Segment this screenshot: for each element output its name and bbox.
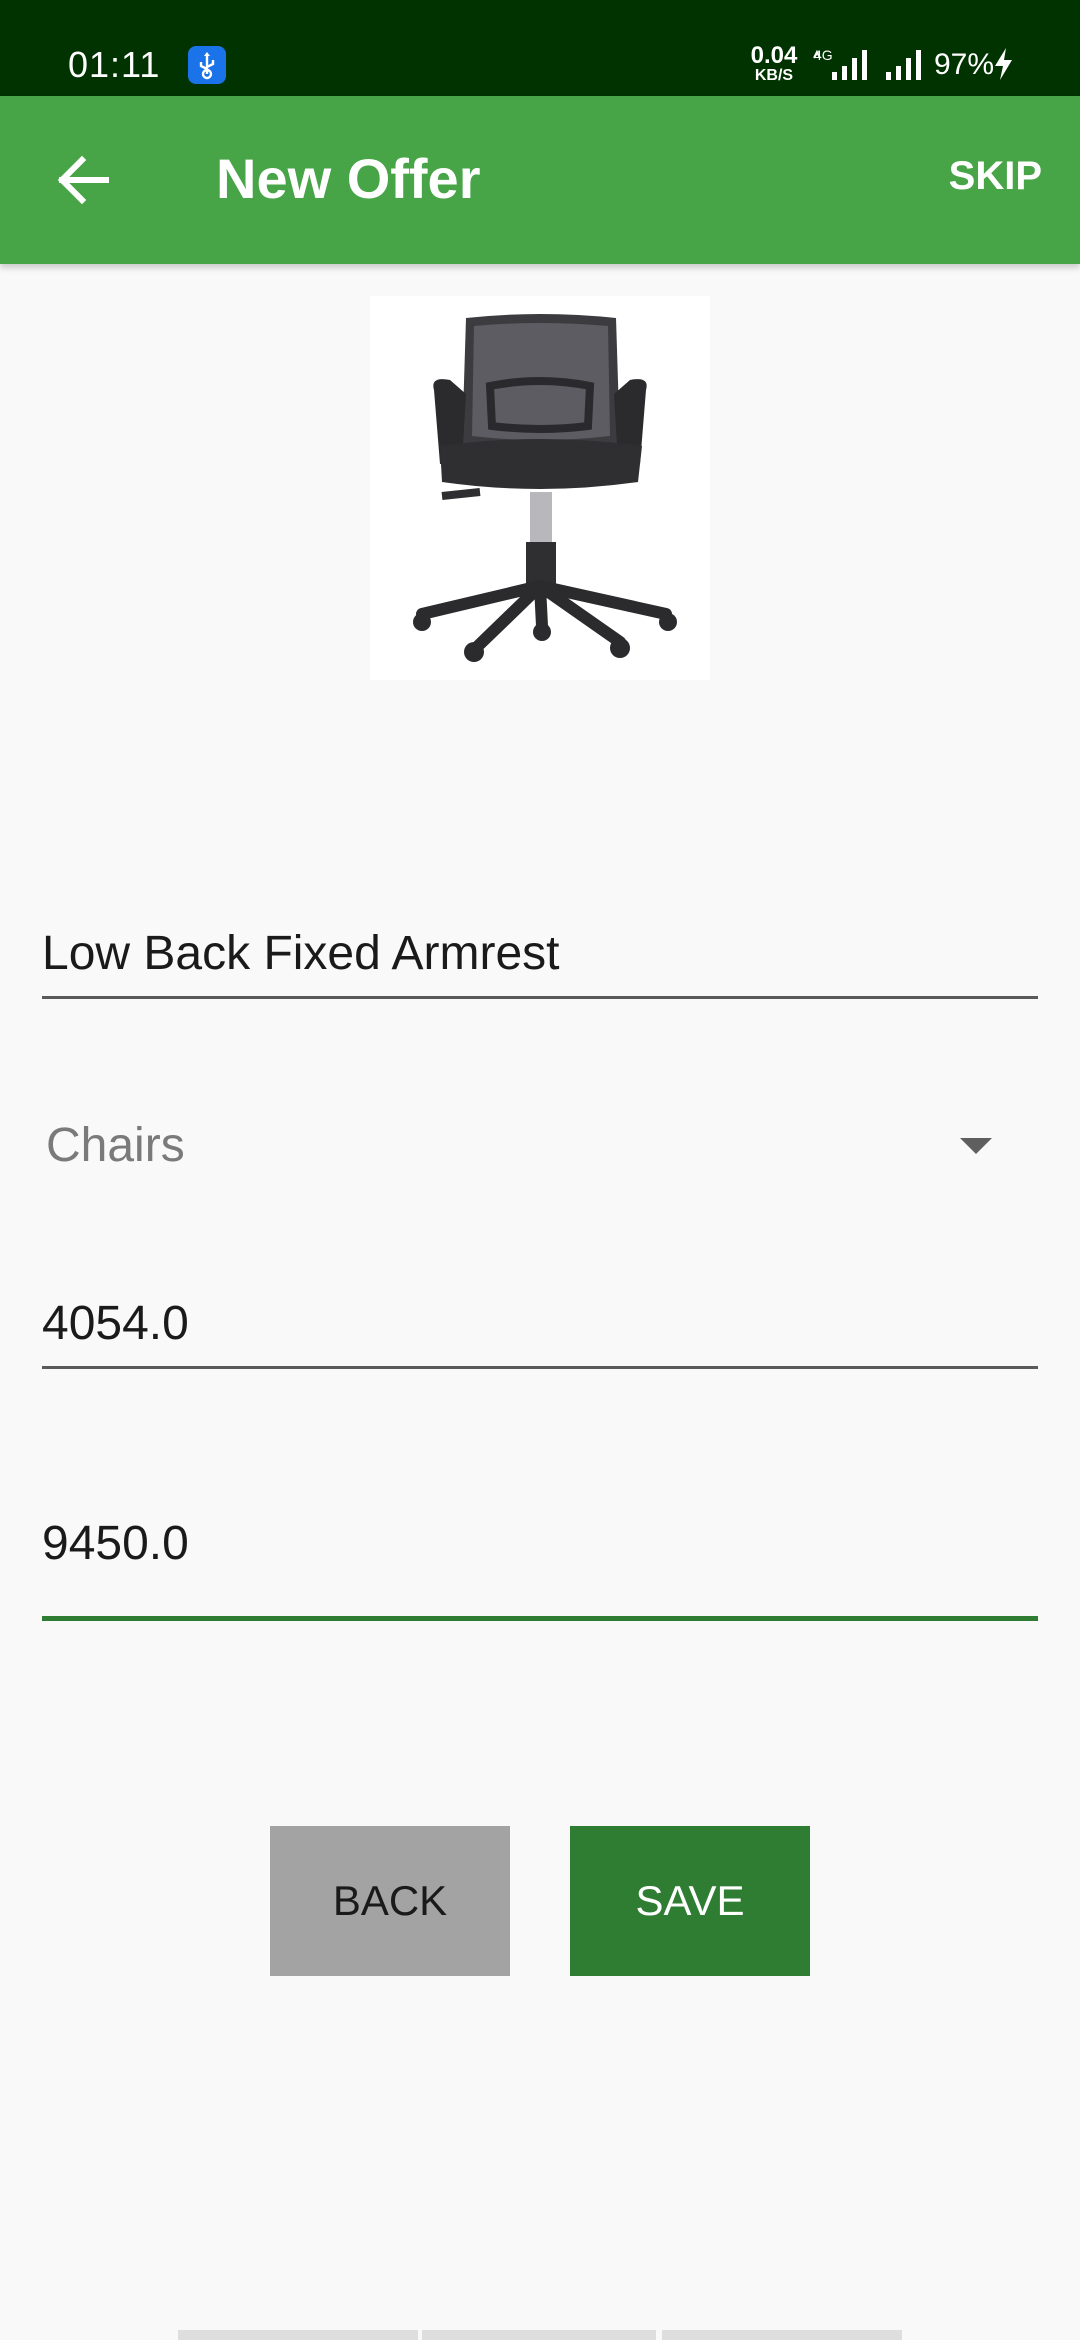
category-selected-value: Chairs <box>46 1119 185 1172</box>
back-button[interactable]: BACK <box>270 1826 510 1976</box>
arrow-left-icon[interactable] <box>52 148 116 212</box>
app-bar: New Offer SKIP <box>0 96 1080 264</box>
price-field[interactable]: 4054.0 <box>42 1296 1038 1369</box>
signal-4g-icon: 4G <box>812 46 874 87</box>
signal-strength-icon <box>884 48 928 87</box>
usb-debug-icon <box>188 46 226 84</box>
product-name-value: Low Back Fixed Armrest <box>42 927 560 980</box>
price-value: 4054.0 <box>42 1297 189 1350</box>
status-time: 01:11 <box>68 44 161 85</box>
field-underline <box>42 996 1038 999</box>
nav-handle-segment <box>662 2330 902 2340</box>
network-type-label: 4G <box>814 47 833 63</box>
save-button[interactable]: SAVE <box>570 1826 810 1976</box>
offer-price-field[interactable]: 9450.0 <box>42 1516 1038 1621</box>
battery-level: 97% <box>934 48 995 81</box>
field-underline <box>42 1366 1038 1369</box>
network-speed: 0.04 KB/S <box>748 44 800 84</box>
dropdown-arrow-icon <box>960 1138 992 1154</box>
charging-bolt-icon <box>992 46 1014 87</box>
field-underline-focused <box>42 1616 1038 1621</box>
offer-price-value: 9450.0 <box>42 1517 189 1570</box>
status-bar: 01:11 0.04 KB/S 4G 97% <box>0 0 1080 96</box>
network-speed-value: 0.04 <box>750 42 798 69</box>
page-title: New Offer <box>216 147 481 210</box>
product-image <box>370 296 710 680</box>
nav-handle-segment <box>422 2330 656 2340</box>
category-dropdown[interactable]: Chairs <box>42 1114 1038 1186</box>
network-speed-unit: KB/S <box>754 67 794 84</box>
nav-handle-segment <box>178 2330 418 2340</box>
product-name-field[interactable]: Low Back Fixed Armrest <box>42 926 1038 999</box>
skip-button[interactable]: SKIP <box>949 154 1042 199</box>
